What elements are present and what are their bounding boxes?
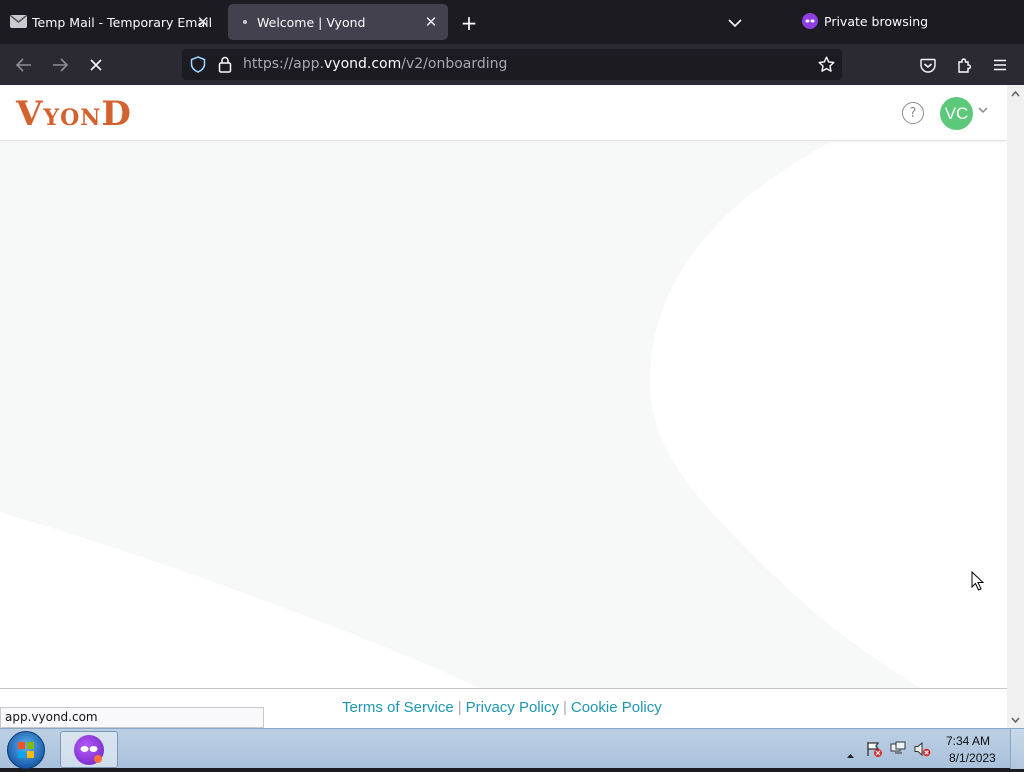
- navigation-toolbar: https://app.vyond.com/v2/onboarding: [0, 44, 1024, 85]
- menu-hamburger-button[interactable]: [987, 52, 1013, 78]
- url-path: /v2/onboarding: [401, 56, 508, 72]
- volume-muted-icon[interactable]: [914, 741, 931, 761]
- private-mask-icon: [802, 13, 818, 29]
- clock-time[interactable]: 7:34 AM: [946, 734, 990, 748]
- page-viewport: V Y O N D ? VC Terms of Service | Privacy …: [0, 85, 1007, 728]
- chevron-down-icon[interactable]: [978, 104, 988, 117]
- dot-icon: [243, 20, 247, 24]
- url-text[interactable]: https://app.vyond.com/v2/onboarding: [243, 56, 507, 72]
- link-status-bubble: app.vyond.com: [0, 707, 264, 728]
- tab-label: Temp Mail - Temporary Email: [32, 14, 213, 30]
- tab-label: Welcome | Vyond: [257, 14, 366, 30]
- tab-strip: Temp Mail - Temporary Email ✕ Welcome | …: [0, 0, 1024, 44]
- cookie-policy-link[interactable]: Cookie Policy: [571, 699, 662, 716]
- shield-icon[interactable]: [190, 56, 206, 77]
- logo-text: V Y O N D: [16, 94, 132, 134]
- terms-of-service-link[interactable]: Terms of Service: [342, 699, 454, 716]
- show-hidden-icons-arrow-icon[interactable]: [846, 744, 855, 763]
- firefox-private-icon: [74, 735, 104, 765]
- url-prefix: https://app.: [243, 56, 324, 72]
- windows-taskbar: 7:34 AM 8/1/2023: [0, 728, 1024, 769]
- mail-icon: [10, 15, 27, 28]
- close-icon[interactable]: ✕: [194, 13, 212, 31]
- scroll-down-arrow-icon[interactable]: [1007, 711, 1024, 728]
- footer-links: Terms of Service | Privacy Policy | Cookie P…: [342, 699, 662, 716]
- vyond-logo[interactable]: V Y O N D: [16, 95, 132, 131]
- tab-temp-mail[interactable]: Temp Mail - Temporary Email ✕: [2, 4, 220, 40]
- url-bar[interactable]: https://app.vyond.com/v2/onboarding: [182, 49, 842, 80]
- private-browsing-label: Private browsing: [824, 13, 929, 29]
- start-button[interactable]: [7, 731, 45, 769]
- stop-loading-button[interactable]: [83, 52, 109, 78]
- background-shape: [0, 142, 920, 688]
- list-tabs-chevron-icon[interactable]: [724, 12, 746, 34]
- lock-icon[interactable]: [218, 56, 232, 77]
- avatar[interactable]: VC: [940, 97, 973, 130]
- help-icon[interactable]: ?: [902, 102, 924, 124]
- forward-button[interactable]: [47, 52, 73, 78]
- taskbar-firefox-private[interactable]: [60, 731, 118, 768]
- footer-separator: |: [562, 699, 567, 716]
- tab-welcome-vyond[interactable]: Welcome | Vyond ✕: [228, 4, 448, 40]
- pocket-button[interactable]: [915, 52, 941, 78]
- network-icon[interactable]: [890, 741, 907, 761]
- back-button[interactable]: [11, 52, 37, 78]
- show-desktop-button[interactable]: [1010, 729, 1024, 769]
- app-header: V Y O N D ? VC: [0, 85, 1007, 141]
- extensions-button[interactable]: [951, 52, 977, 78]
- action-center-flag-icon[interactable]: [866, 741, 883, 761]
- clock-date[interactable]: 8/1/2023: [949, 751, 996, 765]
- scroll-up-arrow-icon[interactable]: [1007, 85, 1024, 102]
- url-domain: vyond.com: [324, 56, 402, 72]
- privacy-policy-link[interactable]: Privacy Policy: [466, 699, 559, 716]
- footer-separator: |: [457, 699, 462, 716]
- close-icon[interactable]: ✕: [422, 13, 440, 31]
- private-browsing-indicator: Private browsing: [802, 13, 928, 29]
- vertical-scrollbar[interactable]: [1007, 85, 1024, 728]
- mouse-cursor-icon: [971, 570, 985, 595]
- bookmark-star-icon[interactable]: [818, 56, 835, 77]
- new-tab-button[interactable]: +: [458, 11, 480, 35]
- footer-divider: [0, 688, 1007, 689]
